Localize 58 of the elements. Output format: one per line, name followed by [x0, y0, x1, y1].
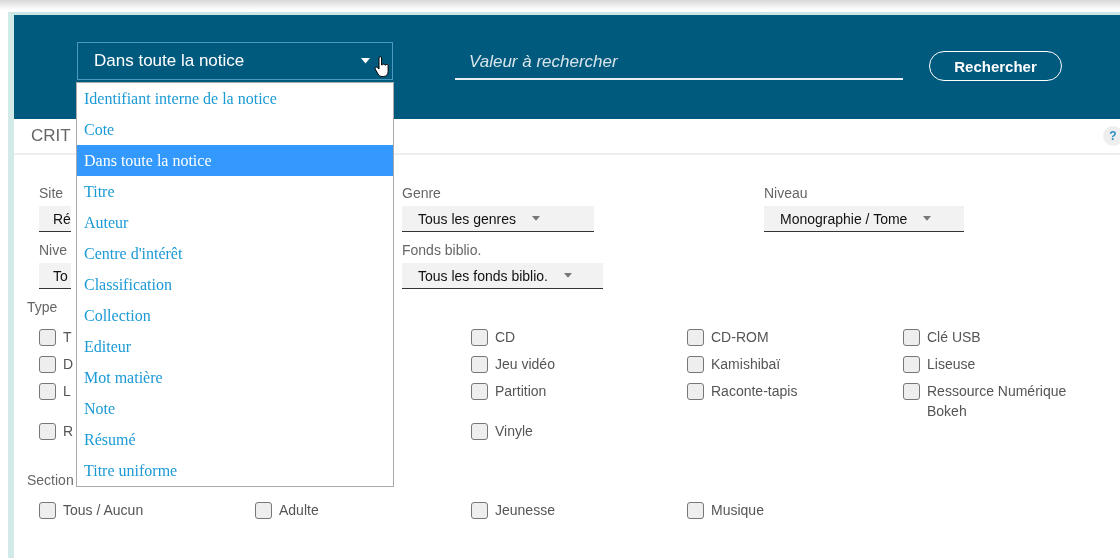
caret-icon [923, 216, 932, 221]
checkbox[interactable] [39, 383, 56, 400]
checkbox[interactable] [471, 329, 488, 346]
checkbox-label: Vinyle [495, 422, 533, 441]
filter-select[interactable]: To [39, 263, 71, 289]
checkbox-label: CD-ROM [711, 328, 769, 347]
checkbox[interactable] [471, 383, 488, 400]
checkbox-label: Liseuse [927, 355, 976, 374]
checkbox[interactable] [471, 356, 488, 373]
checkbox[interactable] [471, 502, 488, 519]
caret-icon [532, 216, 541, 221]
filter-select[interactable]: Tous les genres [402, 206, 594, 232]
hand-cursor-icon [374, 56, 390, 78]
filter-select[interactable]: Ré [39, 206, 71, 232]
caret-icon [361, 58, 370, 64]
checkbox-label: Raconte-tapis [711, 382, 798, 401]
checkbox-label: Tous / Aucun [63, 501, 144, 520]
group-label: Type [27, 299, 58, 315]
checkbox[interactable] [39, 423, 56, 440]
caret-icon [563, 273, 572, 278]
checkbox-label: CD [495, 328, 516, 347]
filter-label: Genre [402, 185, 441, 203]
checkbox-label: Partition [495, 382, 547, 401]
checkbox[interactable] [39, 329, 56, 346]
menu-option[interactable]: Dans toute la notice [77, 145, 393, 176]
checkbox[interactable] [903, 383, 920, 400]
checkbox[interactable] [903, 329, 920, 346]
checkbox[interactable] [687, 502, 704, 519]
filter-label: Fonds biblio. [402, 242, 482, 260]
help-button[interactable]: ? [1103, 126, 1120, 146]
checkbox[interactable] [39, 356, 56, 373]
filter-select[interactable]: Monographie / Tome [764, 206, 964, 232]
checkbox[interactable] [687, 356, 704, 373]
checkbox[interactable] [471, 423, 488, 440]
checkbox-label: Kamishibaï [711, 355, 781, 374]
group-label: Section [27, 472, 74, 488]
checkbox[interactable] [687, 329, 704, 346]
checkbox-label: Jeu vidéo [495, 355, 555, 374]
filter-select[interactable]: Tous les fonds biblio. [402, 263, 603, 289]
filter-label: Niveau [764, 185, 808, 203]
checkbox-label: Clé USB [927, 328, 981, 347]
checkbox[interactable] [903, 356, 920, 373]
checkbox-label: T [63, 328, 72, 347]
checkbox-label: Musique [711, 501, 764, 520]
filter-label: Nive [39, 242, 67, 260]
section-title: CRIT [31, 126, 71, 146]
checkbox-label: R [63, 422, 74, 441]
checkbox-label: Ressource Numérique Bokeh [927, 382, 1068, 421]
checkbox-label: Adulte [279, 501, 319, 520]
field-select[interactable]: Dans toute la notice [77, 42, 393, 80]
checkbox[interactable] [687, 383, 704, 400]
search-field[interactable]: Valeur à rechercher [455, 46, 903, 80]
filter-label: Site [39, 185, 64, 203]
checkbox-label: Jeunesse [495, 501, 555, 520]
checkbox[interactable] [255, 502, 272, 519]
checkbox-label: D [63, 355, 74, 374]
checkbox-label: L [63, 382, 71, 401]
checkbox[interactable] [39, 502, 56, 519]
